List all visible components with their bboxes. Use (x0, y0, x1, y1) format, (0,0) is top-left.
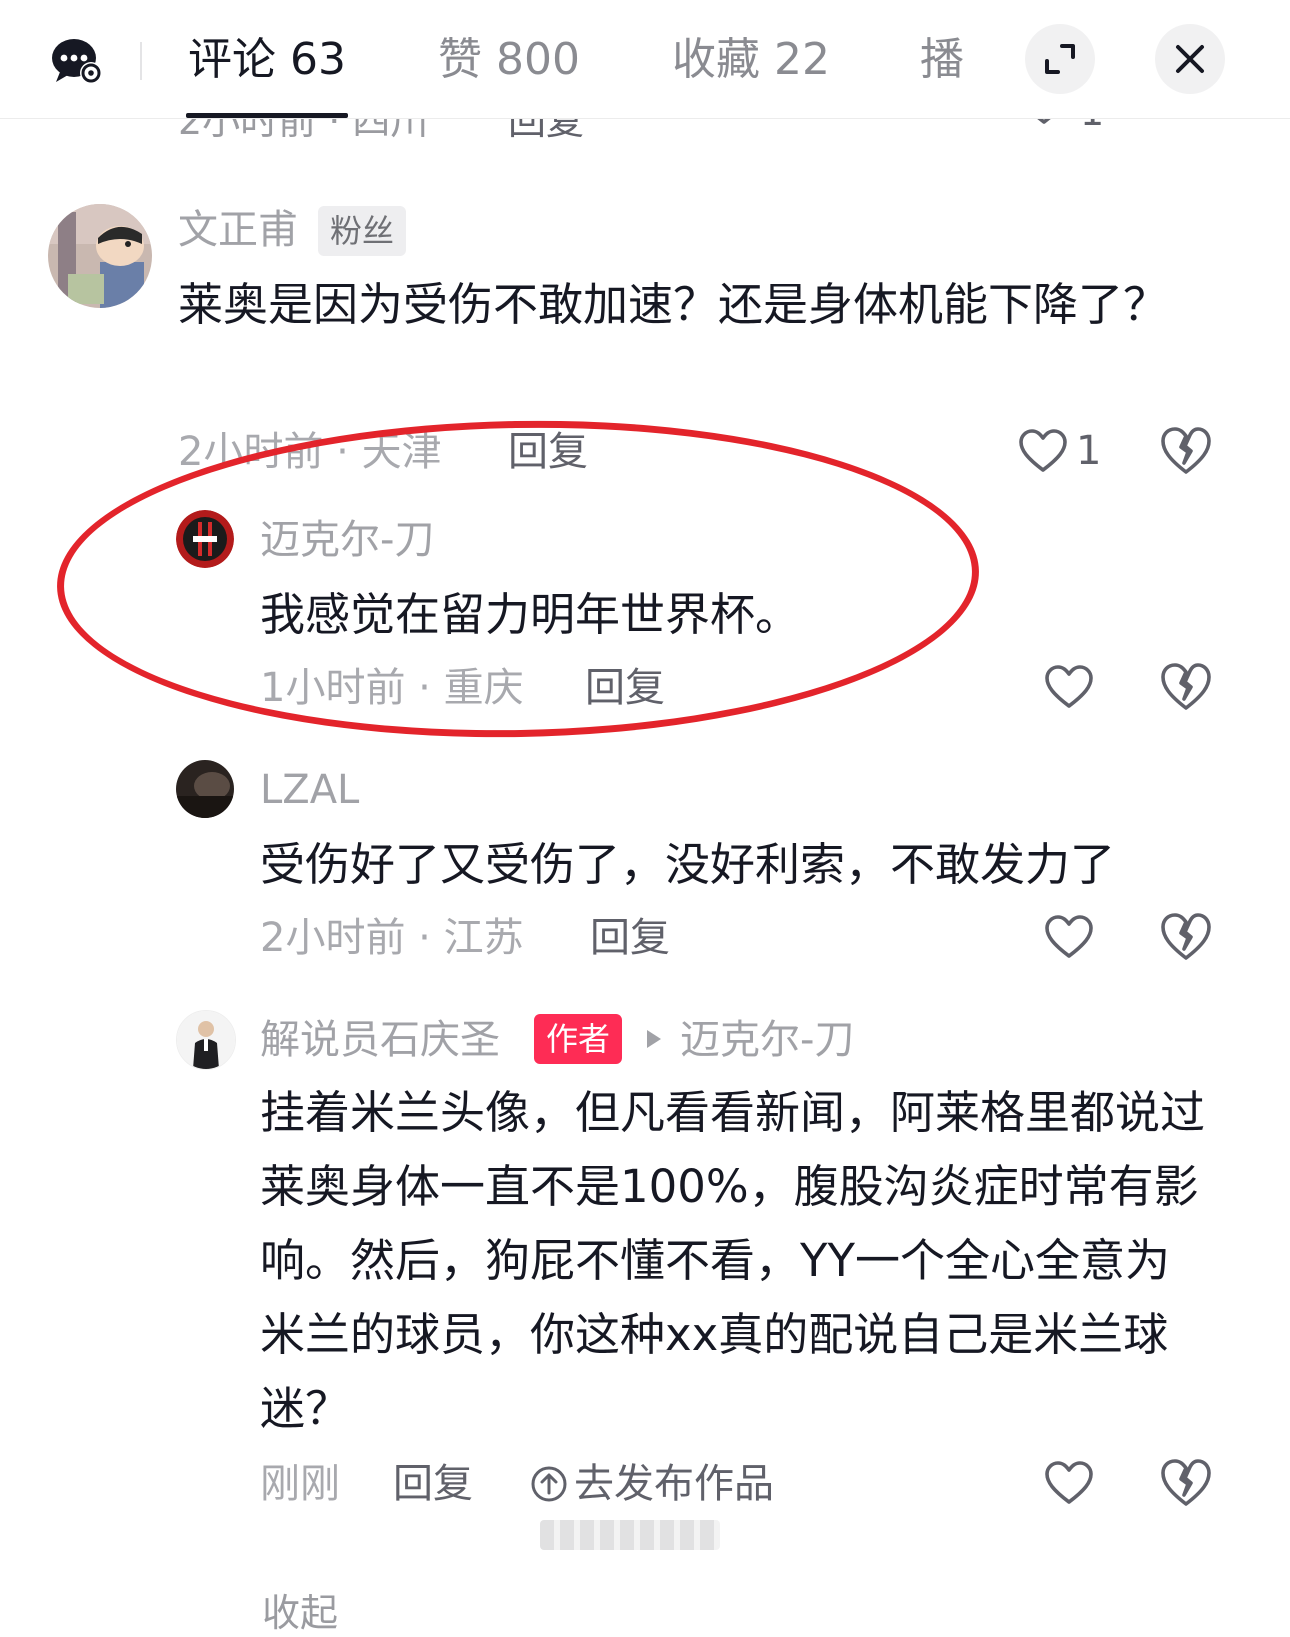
tab-likes[interactable]: 赞 800 (438, 30, 580, 90)
comment-meta: 刚刚 (260, 1461, 340, 1507)
like-button[interactable] (1044, 1460, 1094, 1506)
tab-favorites[interactable]: 收藏 22 (672, 30, 830, 90)
avatar[interactable] (176, 510, 234, 568)
reply-button[interactable]: 回复 (508, 424, 588, 480)
avatar[interactable] (176, 760, 234, 818)
header-divider (140, 42, 142, 80)
comment-meta: 1小时前 · 重庆 (260, 665, 524, 711)
tab-comments[interactable]: 评论 63 (188, 30, 346, 90)
username[interactable]: LZAL (260, 762, 359, 818)
expand-icon (1045, 44, 1075, 74)
collapse-replies-button[interactable]: 收起 (262, 1582, 338, 1637)
comment-text: 挂着米兰头像，但凡看看新闻，阿莱格里都说过莱奥身体一直不是100%，腹股沟炎症时… (260, 1086, 1206, 1435)
broken-heart-icon (1161, 427, 1211, 474)
username[interactable]: 迈克尔-刀 (260, 512, 434, 568)
expand-button[interactable] (1025, 24, 1095, 94)
reply-button[interactable]: 回复 (590, 910, 670, 966)
username[interactable]: 解说员石庆圣 (260, 1012, 500, 1068)
author-badge: 作者 (534, 1014, 623, 1064)
close-icon (1176, 45, 1204, 73)
upload-circle-icon (531, 1466, 567, 1502)
comment-meta: 2小时前 · 天津 (178, 429, 442, 475)
publish-work-button[interactable]: 去发布作品 (530, 1456, 774, 1512)
broken-heart-icon (1161, 913, 1211, 960)
heart-icon (1045, 665, 1093, 708)
fan-badge: 粉丝 (318, 206, 407, 256)
like-button[interactable]: 1 (1018, 428, 1101, 474)
heart-icon (1045, 915, 1093, 958)
like-button[interactable] (1044, 914, 1094, 960)
reply-arrow-icon (647, 1030, 661, 1048)
avatar[interactable] (48, 204, 152, 308)
watermark (540, 1520, 720, 1550)
username[interactable]: 文正甫 (178, 202, 298, 258)
dislike-button[interactable] (1160, 912, 1212, 966)
comment-meta: 2小时前 · 江苏 (260, 915, 524, 961)
heart-icon (1045, 1461, 1093, 1504)
comment-text: 莱奥是因为受伤不敢加速？还是身体机能下降了？ (178, 278, 1169, 331)
dislike-button[interactable] (1160, 662, 1212, 716)
like-count: 1 (1076, 428, 1102, 474)
like-button[interactable] (1044, 664, 1094, 710)
reply-button[interactable]: 回复 (393, 1456, 473, 1512)
reply-to-username[interactable]: 迈克尔-刀 (680, 1012, 854, 1068)
publish-work-label: 去发布作品 (574, 1461, 774, 1507)
avatar[interactable] (176, 1010, 236, 1070)
reply-button[interactable]: 回复 (585, 660, 665, 716)
comment-settings-icon[interactable] (50, 36, 104, 90)
comment-text: 我感觉在留力明年世界杯。 (260, 588, 801, 641)
heart-icon (1019, 429, 1067, 472)
broken-heart-icon (1161, 1459, 1211, 1506)
dislike-button[interactable] (1160, 426, 1212, 480)
active-tab-indicator (186, 113, 348, 118)
comment-text: 受伤好了又受伤了，没好利索，不敢发力了 (260, 838, 1116, 891)
close-button[interactable] (1155, 24, 1225, 94)
comment-panel-header: 评论 63 赞 800 收藏 22 播 (0, 0, 1290, 119)
dislike-button[interactable] (1160, 1458, 1212, 1512)
tab-plays[interactable]: 播 (920, 30, 964, 90)
broken-heart-icon (1161, 663, 1211, 710)
